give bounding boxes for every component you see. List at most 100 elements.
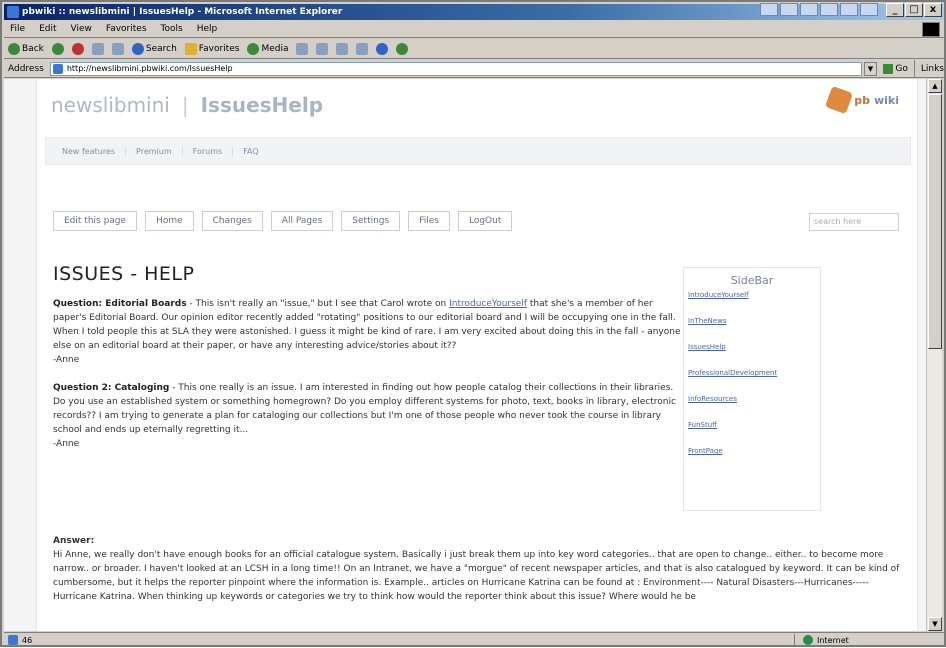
address-bar: Address http://newslibmini.pbwiki.com/Is…: [4, 59, 944, 78]
introduce-yourself-link[interactable]: IntroduceYourself: [449, 299, 527, 309]
ie-icon: [7, 6, 19, 18]
wiki-page: newslibmini | IssuesHelp pb wiki New featur…: [36, 79, 918, 631]
media-icon: [247, 42, 260, 55]
print-button[interactable]: [336, 42, 349, 55]
go-arrow-icon: [883, 63, 894, 74]
subnav-new-features[interactable]: New features: [52, 146, 127, 156]
window-controls: _ □ x: [886, 3, 942, 17]
sidebar-link-inforesources[interactable]: InfoResources: [688, 395, 820, 403]
address-input[interactable]: http://newslibmini.pbwiki.com/IssuesHelp: [49, 61, 862, 76]
window-title: pbwiki :: newslibmini | IssuesHelp - Mic…: [22, 7, 343, 17]
sidebar-link-professionaldevelopment[interactable]: ProfessionalDevelopment: [688, 369, 820, 377]
top-subnav: New features Premium Forums FAQ: [45, 137, 911, 165]
tray-icon[interactable]: [840, 3, 858, 16]
question-2: Question 2: Cataloging - This one really…: [53, 383, 676, 449]
messenger-button[interactable]: [396, 42, 409, 55]
answer-section: Answer: Hi Anne, we really don't have en…: [53, 534, 913, 604]
header-separator: |: [181, 93, 189, 117]
close-button[interactable]: x: [924, 3, 942, 17]
forward-button[interactable]: [51, 42, 64, 55]
menu-help[interactable]: Help: [197, 21, 218, 37]
address-url: http://newslibmini.pbwiki.com/IssuesHelp: [66, 63, 233, 73]
zone-label: Internet: [817, 635, 849, 645]
menu-view[interactable]: View: [71, 21, 92, 37]
sidebar-link-funstuff[interactable]: FunStuff: [688, 421, 820, 429]
question-2-signature: -Anne: [53, 439, 80, 449]
tray-icon[interactable]: [760, 3, 778, 16]
mail-button[interactable]: [316, 42, 329, 55]
links-button[interactable]: Links: [913, 59, 944, 78]
scroll-down-button[interactable]: ▼: [928, 617, 942, 631]
maximize-button[interactable]: □: [905, 3, 923, 17]
menu-tools[interactable]: Tools: [161, 21, 183, 37]
menu-file[interactable]: File: [10, 21, 25, 37]
edit-button[interactable]: [356, 42, 369, 55]
page-icon: [52, 63, 63, 74]
favorites-icon: [184, 42, 197, 55]
site-header: newslibmini | IssuesHelp: [51, 93, 323, 117]
history-icon: [296, 42, 309, 55]
back-button[interactable]: Back: [8, 39, 44, 59]
subnav-forums[interactable]: Forums: [183, 146, 234, 156]
menu-favorites[interactable]: Favorites: [106, 21, 147, 37]
sidebar-title: SideBar: [730, 274, 774, 287]
standard-toolbar: Back Search Favorites Media: [4, 39, 944, 59]
browser-window: pbwiki :: newslibmini | IssuesHelp - Mic…: [0, 0, 946, 647]
security-zone: Internet: [794, 633, 934, 647]
home-link-button[interactable]: Home: [145, 211, 194, 231]
menu-bar: File Edit View Favorites Tools Help: [4, 21, 944, 38]
tray-icon[interactable]: [860, 3, 878, 16]
stop-icon: [71, 42, 84, 55]
answer-text: Hi Anne, we really don't have enough boo…: [53, 550, 900, 602]
pbwiki-logo[interactable]: pb wiki: [825, 85, 899, 115]
answer-heading: Answer:: [53, 536, 95, 546]
internet-globe-icon: [803, 635, 813, 645]
home-button[interactable]: [111, 42, 124, 55]
settings-button[interactable]: Settings: [341, 211, 401, 231]
address-dropdown-button[interactable]: ▼: [863, 61, 878, 76]
sidebar: SideBar IntroduceYourself InTheNews Issu…: [683, 267, 821, 511]
sidebar-link-issueshelp[interactable]: IssuesHelp: [688, 343, 820, 351]
changes-button[interactable]: Changes: [201, 211, 263, 231]
refresh-icon: [91, 42, 104, 55]
logout-button[interactable]: LogOut: [457, 211, 513, 231]
vertical-scrollbar[interactable]: ▲ ▼: [926, 79, 942, 631]
edit-page-button[interactable]: Edit this page: [53, 211, 138, 231]
favorites-button[interactable]: Favorites: [184, 39, 239, 59]
media-button[interactable]: Media: [247, 39, 288, 59]
browser-viewport: newslibmini | IssuesHelp pb wiki New featur…: [4, 79, 930, 631]
question-1: Question: Editorial Boards - This isn't …: [53, 299, 681, 365]
wiki-name-link[interactable]: newslibmini: [51, 93, 170, 117]
all-pages-button[interactable]: All Pages: [270, 211, 334, 231]
search-button[interactable]: Search: [131, 39, 177, 59]
tray-icon[interactable]: [780, 3, 798, 16]
scroll-up-button[interactable]: ▲: [928, 79, 942, 93]
discuss-button[interactable]: [376, 42, 389, 55]
files-button[interactable]: Files: [408, 211, 450, 231]
tray-icon[interactable]: [820, 3, 838, 16]
page-name: IssuesHelp: [200, 93, 324, 117]
pbwiki-cube-icon: [825, 85, 854, 115]
minimize-button[interactable]: _: [886, 3, 904, 17]
status-text: 46: [22, 635, 33, 645]
status-left: 46: [4, 633, 794, 648]
subnav-faq[interactable]: FAQ: [233, 147, 269, 156]
mail-icon: [316, 42, 329, 55]
status-bar: 46 Internet: [4, 632, 944, 647]
scroll-thumb[interactable]: [928, 94, 942, 349]
taskbar-icons: [760, 3, 878, 17]
sidebar-link-inthenews[interactable]: InTheNews: [688, 317, 820, 325]
history-button[interactable]: [296, 42, 309, 55]
stop-button[interactable]: [71, 42, 84, 55]
sidebar-link-introduceyourself[interactable]: IntroduceYourself: [688, 291, 820, 299]
tray-icon[interactable]: [800, 3, 818, 16]
sidebar-link-frontpage[interactable]: FrontPage: [688, 447, 820, 455]
search-input[interactable]: search here: [809, 213, 899, 231]
question-1-signature: -Anne: [53, 355, 80, 365]
subnav-premium[interactable]: Premium: [126, 146, 183, 156]
menu-edit[interactable]: Edit: [39, 21, 56, 37]
page-actions: Edit this page Home Changes All Pages Se…: [53, 211, 513, 231]
question-2-heading: Question 2: Cataloging: [53, 383, 170, 393]
go-button[interactable]: Go: [877, 60, 913, 78]
refresh-button[interactable]: [91, 42, 104, 55]
